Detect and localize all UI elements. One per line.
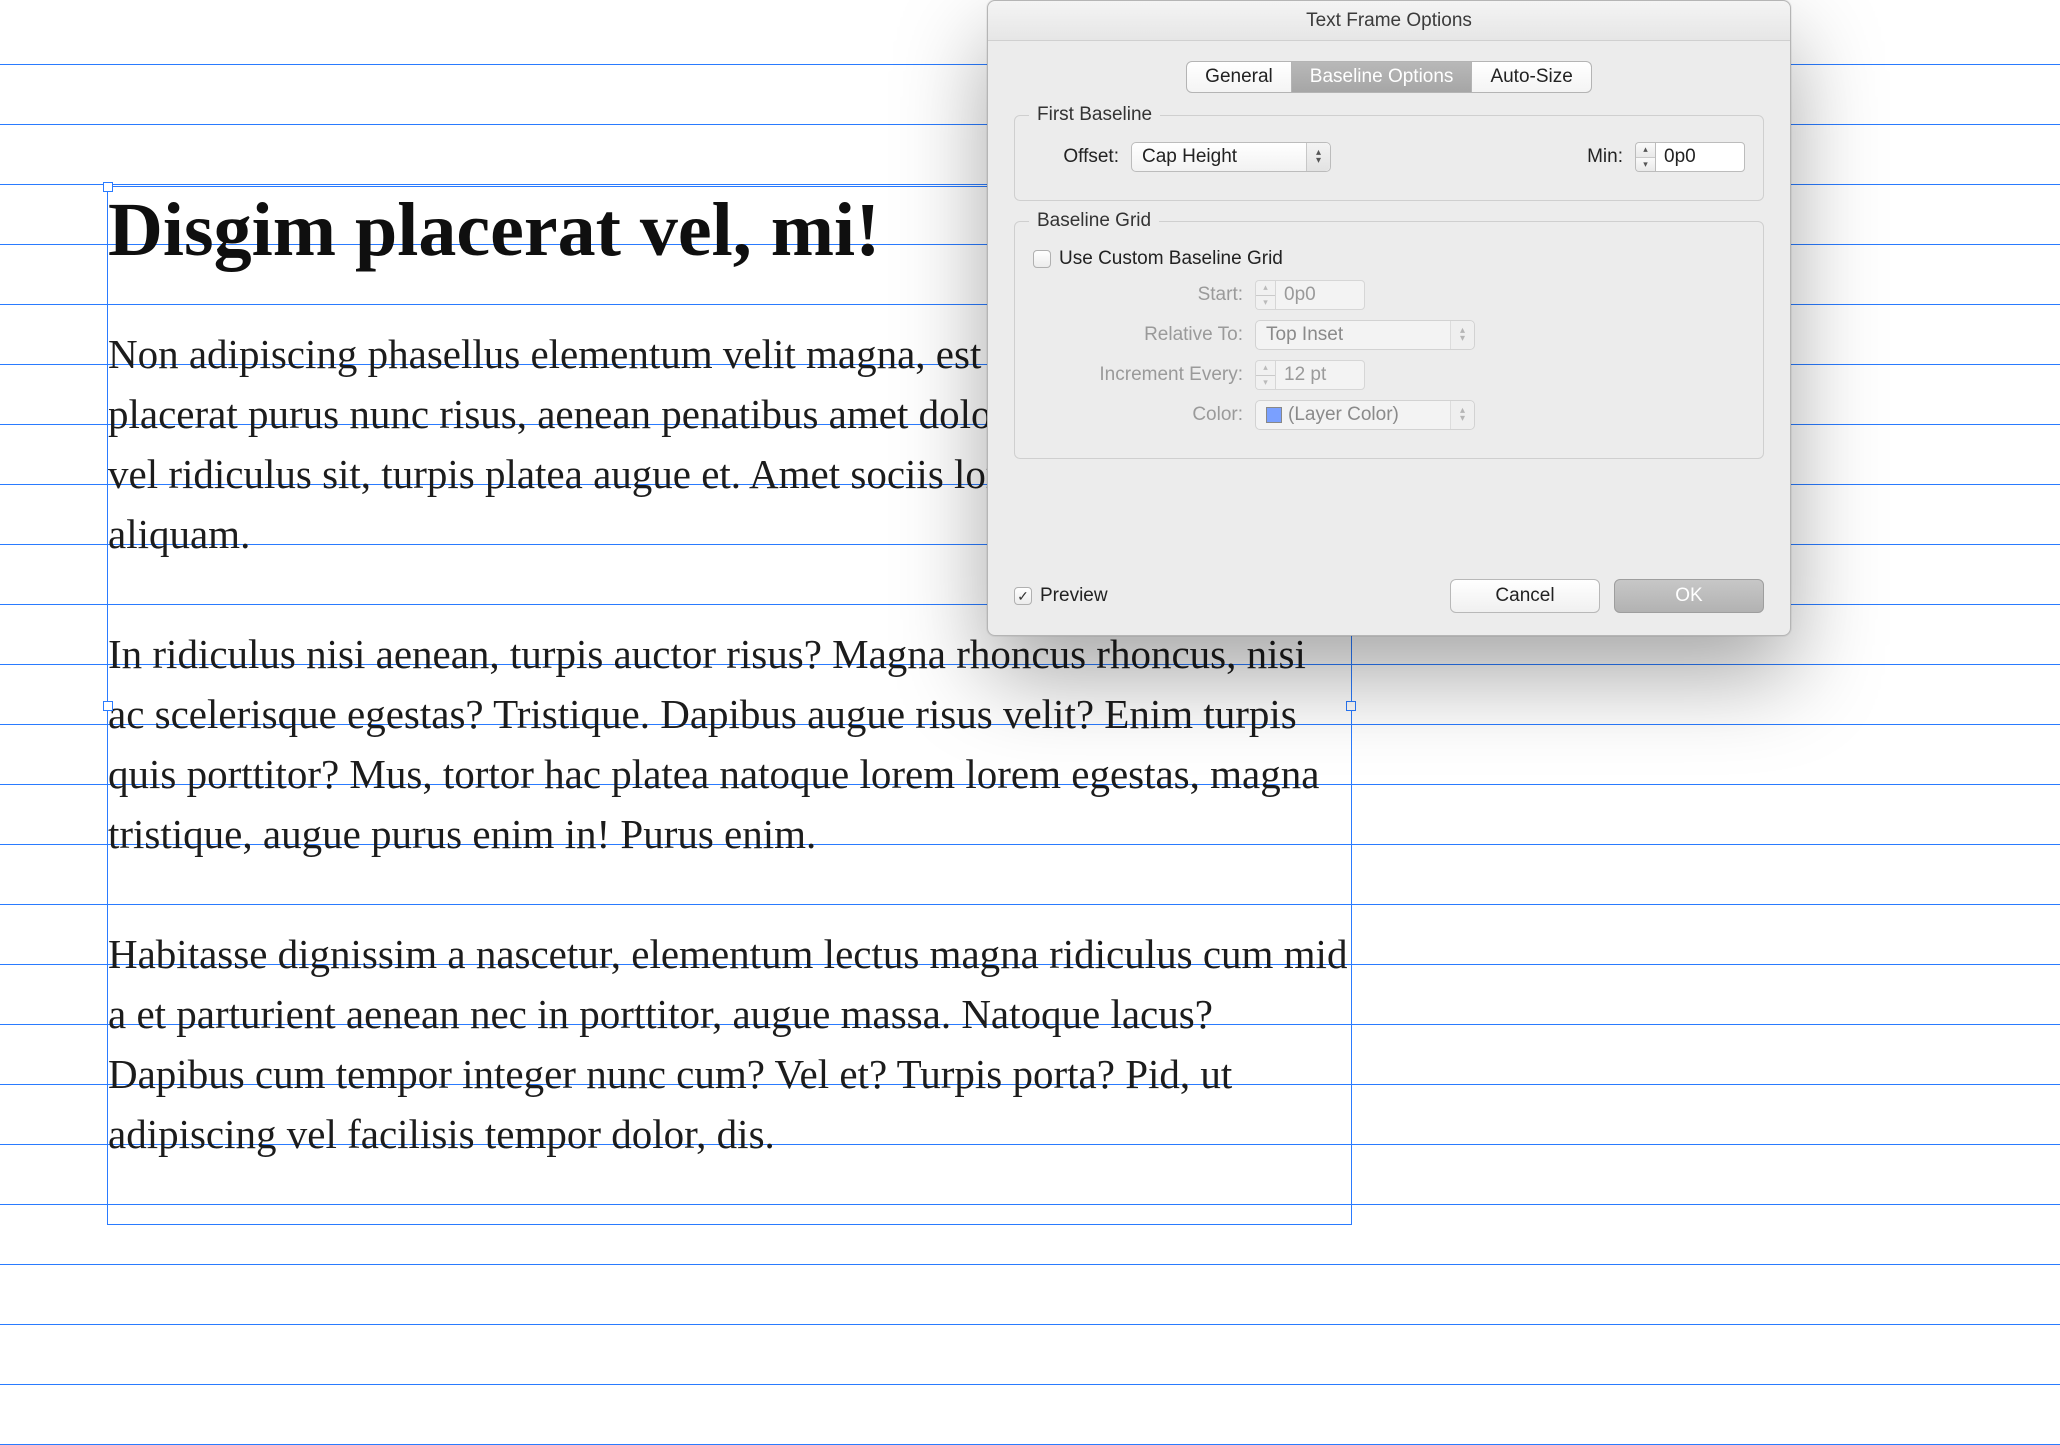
color-label: Color:: [1033, 404, 1255, 426]
document-paragraph[interactable]: In ridiculus nisi aenean, turpis auctor …: [108, 624, 1351, 864]
stepper-arrows-icon: [1450, 401, 1474, 429]
tab-bar: General Baseline Options Auto-Size: [1014, 61, 1764, 93]
stepper-buttons: ▴▾: [1255, 360, 1275, 390]
stepper-arrows-icon: [1450, 321, 1474, 349]
relative-to-select: Top Inset: [1255, 320, 1475, 350]
start-input: [1275, 280, 1365, 310]
offset-select[interactable]: Cap Height: [1131, 142, 1331, 172]
group-legend: First Baseline: [1029, 104, 1160, 126]
offset-value: Cap Height: [1142, 146, 1267, 168]
frame-handle[interactable]: [103, 701, 113, 711]
stepper-buttons: ▴▾: [1255, 280, 1275, 310]
increment-input: [1275, 360, 1365, 390]
color-select: (Layer Color): [1255, 400, 1475, 430]
baseline-grid-line: [0, 1384, 2060, 1385]
min-input[interactable]: [1655, 142, 1745, 172]
frame-handle[interactable]: [103, 182, 113, 192]
frame-handle[interactable]: [1346, 701, 1356, 711]
min-label: Min:: [1575, 146, 1635, 168]
cancel-button[interactable]: Cancel: [1450, 579, 1600, 613]
min-stepper[interactable]: ▴▾: [1635, 142, 1745, 172]
preview-label: Preview: [1040, 585, 1108, 607]
dialog-footer: Preview Cancel OK: [1014, 579, 1764, 613]
color-value: (Layer Color): [1288, 404, 1399, 425]
relative-to-label: Relative To:: [1033, 324, 1255, 346]
first-baseline-group: First Baseline Offset: Cap Height Min: ▴…: [1014, 115, 1764, 201]
baseline-grid-line: [0, 1264, 2060, 1265]
relative-to-value: Top Inset: [1266, 324, 1373, 346]
start-label: Start:: [1033, 284, 1255, 306]
text-frame-options-dialog: Text Frame Options General Baseline Opti…: [987, 0, 1791, 636]
tab-auto-size[interactable]: Auto-Size: [1472, 61, 1591, 93]
use-custom-baseline-checkbox[interactable]: Use Custom Baseline Grid: [1033, 248, 1283, 270]
use-custom-baseline-label: Use Custom Baseline Grid: [1059, 248, 1283, 270]
start-stepper: ▴▾: [1255, 280, 1365, 310]
tab-general[interactable]: General: [1186, 61, 1292, 93]
color-swatch-icon: [1266, 407, 1282, 423]
ok-button[interactable]: OK: [1614, 579, 1764, 613]
stepper-arrows-icon: [1306, 143, 1330, 171]
offset-label: Offset:: [1033, 146, 1131, 168]
group-legend: Baseline Grid: [1029, 210, 1159, 232]
preview-checkbox[interactable]: Preview: [1014, 585, 1108, 607]
tab-baseline-options[interactable]: Baseline Options: [1292, 61, 1473, 93]
baseline-grid-line: [0, 1324, 2060, 1325]
increment-stepper: ▴▾: [1255, 360, 1365, 390]
checkbox-box-icon: [1033, 250, 1051, 268]
document-paragraph[interactable]: Habitasse dignissim a nascetur, elementu…: [108, 924, 1351, 1164]
increment-label: Increment Every:: [1033, 364, 1255, 386]
checkbox-box-icon: [1014, 587, 1032, 605]
dialog-title: Text Frame Options: [988, 1, 1790, 41]
baseline-grid-group: Baseline Grid Use Custom Baseline Grid S…: [1014, 221, 1764, 459]
stepper-buttons[interactable]: ▴▾: [1635, 142, 1655, 172]
